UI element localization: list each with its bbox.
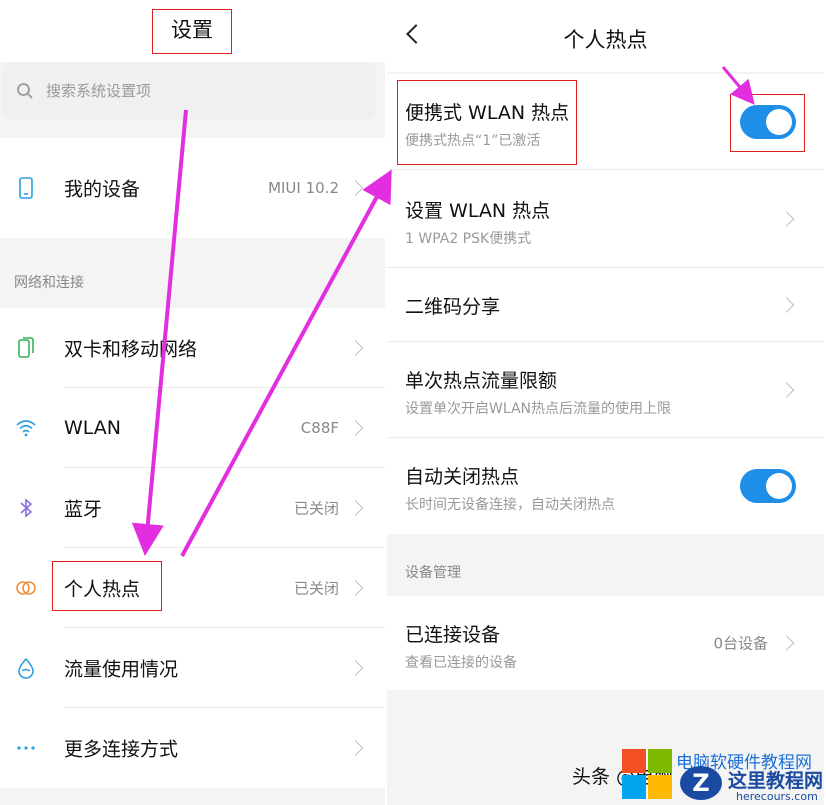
hotspot-screen: 个人热点 便携式 WLAN 热点 便携式热点“1”已激活 设置 WLAN 热点 …	[387, 0, 824, 805]
page-title: 个人热点	[563, 28, 648, 52]
chevron-right-icon	[347, 660, 364, 676]
search-input[interactable]	[46, 82, 346, 100]
bluetooth-icon	[20, 498, 33, 518]
hotspot-item-subtitle: 1 WPA2 PSK便携式	[405, 231, 532, 247]
hotspot-item-subtitle: 长时间无设备连接，自动关闭热点	[405, 497, 615, 513]
hotspot-item-subtitle: 查看已连接的设备	[405, 655, 517, 671]
page-title: 设置	[152, 9, 232, 54]
phone-icon	[19, 177, 33, 199]
settings-item-value: 已关闭	[293, 579, 339, 598]
settings-item-my-device[interactable]: 我的设备 MIUI 10.2	[0, 138, 385, 238]
hotspot-icon	[16, 581, 36, 595]
site-logo-icon: Z	[680, 766, 722, 800]
chevron-right-icon	[347, 740, 364, 756]
hotspot-item-title: 二维码分享	[405, 296, 501, 318]
highlight-box-portable	[397, 80, 577, 165]
hotspot-header: 个人热点	[387, 0, 824, 72]
section-label-devices: 设备管理	[405, 565, 461, 581]
chevron-right-icon	[778, 635, 795, 651]
settings-item-label: 双卡和移动网络	[64, 338, 198, 361]
settings-screen: 设置 我的设备 MIUI 10.2 网络和连接 双卡和移动网络	[0, 0, 385, 805]
hotspot-item-subtitle: 设置单次开启WLAN热点后流量的使用上限	[405, 401, 672, 417]
settings-item-label: 更多连接方式	[64, 738, 179, 761]
hotspot-item-value: 0台设备	[713, 634, 768, 653]
toggle-knob	[766, 473, 792, 499]
hotspot-item-title: 自动关闭热点	[405, 466, 520, 488]
chevron-right-icon	[347, 340, 364, 356]
auto-off-toggle[interactable]	[740, 469, 796, 503]
hotspot-item-title: 已连接设备	[405, 624, 501, 646]
highlight-box-hotspot	[52, 561, 162, 611]
settings-item-data-usage[interactable]: 流量使用情况	[0, 628, 385, 708]
settings-item-label: WLAN	[64, 417, 122, 439]
chevron-right-icon	[778, 297, 795, 313]
settings-item-wlan[interactable]: WLAN C88F	[0, 388, 385, 468]
search-bar[interactable]	[2, 62, 376, 120]
chevron-right-icon	[778, 211, 795, 227]
data-usage-icon	[18, 657, 34, 679]
settings-item-label: 流量使用情况	[64, 658, 179, 681]
hotspot-item-setup[interactable]: 设置 WLAN 热点 1 WPA2 PSK便携式	[387, 170, 824, 268]
settings-item-label: 我的设备	[64, 178, 141, 201]
hotspot-item-title: 设置 WLAN 热点	[405, 200, 551, 222]
sim-card-icon	[18, 337, 34, 358]
watermark-site-en: herecours.com	[736, 790, 818, 803]
chevron-right-icon	[778, 382, 795, 398]
settings-item-value: MIUI 10.2	[268, 179, 339, 197]
settings-header: 设置	[0, 0, 385, 62]
chevron-right-icon	[347, 420, 364, 436]
settings-item-more-connections[interactable]: 更多连接方式	[0, 708, 385, 788]
windows-logo-icon	[622, 749, 672, 799]
watermark: 头条 @电脑 电脑软硬件教程网 Z 这里教程网 herecours.com	[568, 740, 826, 805]
watermark-site-cn: 这里教程网	[728, 770, 824, 792]
settings-item-label: 蓝牙	[64, 498, 103, 521]
settings-item-value: 已关闭	[293, 499, 339, 518]
chevron-right-icon	[347, 180, 364, 196]
hotspot-item-qr-share[interactable]: 二维码分享	[387, 268, 824, 342]
more-icon	[17, 746, 35, 750]
section-label-network: 网络和连接	[14, 275, 84, 291]
wifi-icon	[16, 420, 36, 437]
search-icon	[17, 83, 33, 99]
hotspot-item-data-limit[interactable]: 单次热点流量限额 设置单次开启WLAN热点后流量的使用上限	[387, 342, 824, 438]
hotspot-item-title: 单次热点流量限额	[405, 370, 558, 392]
settings-item-bluetooth[interactable]: 蓝牙 已关闭	[0, 468, 385, 548]
hotspot-item-auto-off[interactable]: 自动关闭热点 长时间无设备连接，自动关闭热点	[387, 438, 824, 534]
chevron-right-icon	[347, 500, 364, 516]
chevron-right-icon	[347, 580, 364, 596]
highlight-box-toggle	[730, 94, 805, 152]
settings-item-value: C88F	[300, 419, 339, 437]
settings-item-sim-network[interactable]: 双卡和移动网络	[0, 308, 385, 388]
hotspot-item-connected-devices[interactable]: 已连接设备 查看已连接的设备 0台设备	[387, 596, 824, 690]
